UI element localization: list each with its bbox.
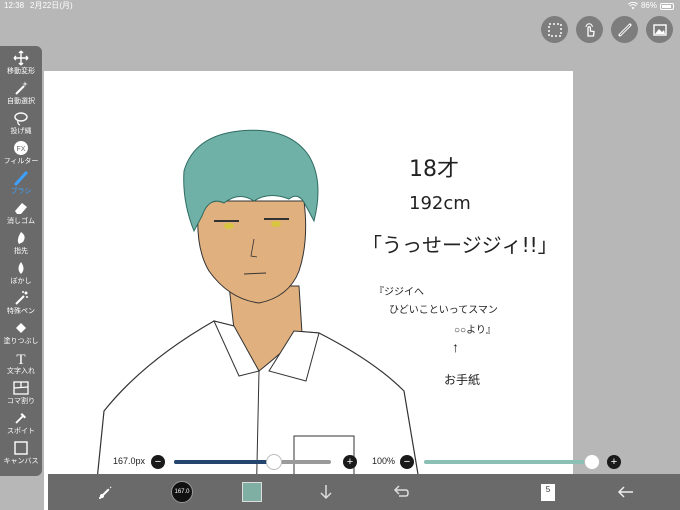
tool-label: 消しゴム [7, 218, 35, 225]
gallery-icon [652, 23, 667, 36]
brush-size-fill [174, 460, 275, 464]
battery-icon [660, 2, 674, 10]
tool-frame-divider[interactable]: コマ割り [0, 380, 42, 406]
tool-canvas[interactable]: キャンバス [0, 440, 42, 466]
tool-label: 投げ縄 [10, 128, 32, 135]
brush-size-minus-button[interactable]: − [151, 455, 165, 469]
undo-button[interactable] [382, 474, 418, 510]
selection-button[interactable] [541, 16, 568, 43]
tool-label: 自動選択 [7, 98, 35, 105]
status-right: 86% [627, 0, 674, 12]
tool-eraser[interactable]: 消しゴム [0, 200, 42, 226]
tool-magic-wand[interactable]: 自動選択 [0, 80, 42, 106]
canvas-text-quote: 「うっせージジィ!!」 [362, 233, 558, 257]
move-icon [13, 50, 29, 66]
ruler-button[interactable] [611, 16, 638, 43]
brush-size-plus-button[interactable]: + [343, 455, 357, 469]
tool-fill-bucket[interactable]: 塗りつぶし [0, 320, 42, 346]
brush-settings-icon [99, 485, 113, 499]
back-button[interactable] [608, 474, 644, 510]
canvas-icon [13, 440, 29, 456]
status-time: 12:38 [4, 1, 25, 10]
tool-move[interactable]: 移動変形 [0, 50, 42, 76]
eraser-icon [13, 200, 29, 216]
brush-preview-circle: 167.0 [171, 481, 193, 503]
left-toolbar: 移動変形自動選択投げ縄 FX フィルターブラシ消しゴム指先ぼかし特殊ペン塗りつぶし T… [0, 46, 42, 476]
gallery-button[interactable] [646, 16, 673, 43]
battery-percent: 86% [640, 1, 657, 10]
tool-label: フィルター [3, 158, 39, 165]
blur-icon [13, 260, 29, 276]
opacity-plus-button[interactable]: + [607, 455, 621, 469]
tool-eyedropper[interactable]: スポイト [0, 410, 42, 436]
touch-gesture-icon [585, 22, 595, 37]
tool-smudge[interactable]: 指先 [0, 230, 42, 256]
canvas-text-note-caption: お手紙 [444, 373, 481, 387]
eyedropper-icon [13, 410, 29, 426]
canvas-text-note-line3: ○○より』 [454, 325, 496, 336]
import-button[interactable] [308, 474, 344, 510]
canvas-text-note-line2: ひどいこといってスマン [389, 305, 498, 316]
layers-button[interactable]: 5 [530, 474, 566, 510]
ruler-icon [618, 23, 631, 36]
tool-filter-fx[interactable]: FX フィルター [0, 140, 42, 166]
opacity-value: 100% [372, 456, 396, 466]
tool-label: 塗りつぶし [3, 338, 39, 345]
arrow-down-icon [320, 485, 332, 500]
status-date: 2月22日(月) [30, 1, 73, 10]
svg-text:T: T [16, 352, 25, 366]
undo-icon [393, 485, 409, 497]
tool-label: 文字入れ [7, 368, 35, 375]
tool-label: スポイト [7, 428, 35, 435]
gesture-button[interactable] [576, 16, 603, 43]
brush-size-value: 167.0px [113, 456, 146, 466]
arrow-left-icon [617, 486, 633, 498]
bottom-toolbar: 167.0 5 [48, 474, 680, 510]
text-icon: T [13, 350, 29, 366]
brush-preview[interactable]: 167.0 [164, 474, 200, 510]
magic-wand-icon [13, 80, 29, 96]
brush-icon [13, 170, 29, 186]
opacity-fill [424, 460, 592, 464]
smudge-icon [13, 230, 29, 246]
brush-settings-button[interactable] [88, 474, 124, 510]
tool-label: キャンバス [3, 458, 39, 465]
canvas-text-age: 18才 [409, 157, 459, 182]
tool-label: 指先 [14, 248, 28, 255]
tool-lasso[interactable]: 投げ縄 [0, 110, 42, 136]
tool-label: ブラシ [10, 188, 32, 195]
tool-label: ぼかし [10, 278, 32, 285]
opacity-knob[interactable] [584, 454, 600, 470]
canvas-text-arrow: ↑ [452, 339, 459, 355]
filter-fx-icon: FX [13, 140, 29, 156]
status-bar: 12:38 2月22日(月) 86% [0, 0, 680, 12]
tool-text[interactable]: T 文字入れ [0, 350, 42, 376]
drawing-canvas[interactable]: 18才 192cm 「うっせージジィ!!」 『ジジイへ ひどいこといってスマン … [44, 71, 573, 510]
color-button[interactable] [234, 474, 270, 510]
canvas-text-note-line1: 『ジジイへ [374, 287, 424, 298]
selection-icon [547, 22, 562, 37]
layer-count: 5 [541, 483, 555, 501]
opacity-minus-button[interactable]: − [400, 455, 414, 469]
svg-text:FX: FX [17, 146, 26, 153]
top-toolbar [541, 16, 673, 43]
tool-label: コマ割り [7, 398, 35, 405]
fill-bucket-icon [13, 320, 29, 336]
tool-label: 移動変形 [7, 68, 35, 75]
tool-special-pen[interactable]: 特殊ペン [0, 290, 42, 316]
artwork [93, 129, 425, 510]
wifi-icon [627, 2, 638, 10]
canvas-text-height: 192cm [409, 193, 471, 214]
tool-label: 特殊ペン [7, 308, 35, 315]
tool-blur[interactable]: ぼかし [0, 260, 42, 286]
special-pen-icon [13, 290, 29, 306]
color-swatch [242, 482, 262, 502]
lasso-icon [13, 110, 29, 126]
tool-brush[interactable]: ブラシ [0, 170, 42, 196]
frame-divider-icon [13, 380, 29, 396]
